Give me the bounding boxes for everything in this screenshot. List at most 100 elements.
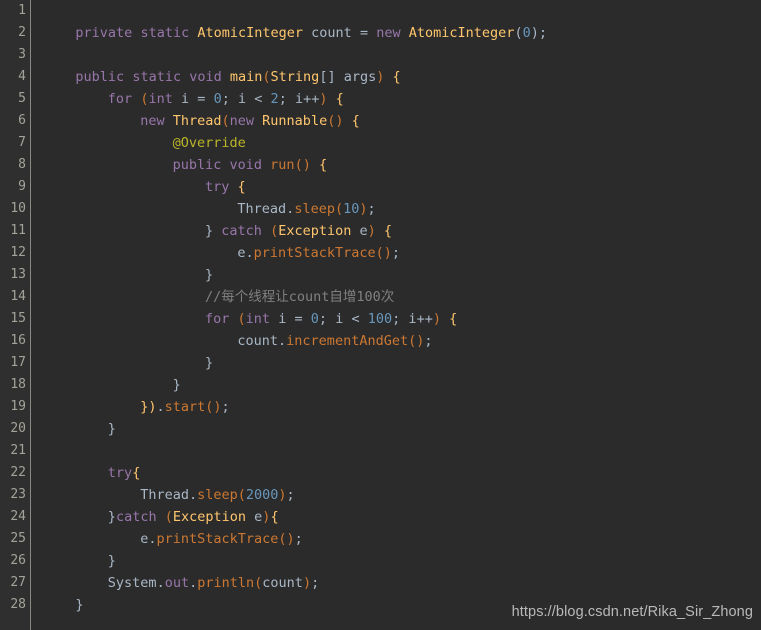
code-line[interactable]: }: [205, 264, 213, 286]
code-token: 2000: [245, 487, 279, 503]
code-token: }: [205, 223, 214, 239]
line-number: 13: [10, 267, 26, 282]
code-line[interactable]: } catch (Exception e) {: [205, 220, 392, 242]
code-content-area[interactable]: private static AtomicInteger count = new…: [31, 0, 761, 630]
code-token: =: [294, 311, 303, 327]
line-number: 20: [10, 421, 26, 436]
code-token: public: [75, 69, 125, 85]
line-number: 17: [10, 355, 26, 370]
code-token: }: [205, 355, 214, 371]
code-token: new: [376, 25, 401, 41]
code-line[interactable]: }: [75, 594, 83, 616]
code-token: (): [205, 399, 222, 415]
line-number: 11: [10, 223, 26, 238]
code-token: printStackTrace: [253, 245, 376, 261]
line-number: 7: [18, 135, 26, 150]
line-number: 25: [10, 531, 26, 546]
code-token: {: [335, 91, 344, 107]
code-token: ): [367, 223, 376, 239]
code-line[interactable]: public static void main(String[] args) {: [75, 66, 400, 88]
code-line[interactable]: count.incrementAndGet();: [237, 330, 432, 352]
code-token: ;: [221, 91, 230, 107]
watermark-url: https://blog.csdn.net/Rika_Sir_Zhong: [511, 604, 753, 620]
code-token: (: [334, 201, 344, 217]
code-token: (: [237, 311, 246, 327]
line-number: 4: [18, 69, 26, 84]
line-number: 15: [10, 311, 26, 326]
code-line[interactable]: }: [108, 418, 116, 440]
line-number: 1: [18, 3, 26, 18]
code-token: ;: [318, 311, 328, 327]
code-token: for: [205, 311, 230, 327]
code-token: }: [75, 597, 84, 613]
code-token: count: [311, 25, 352, 41]
code-line[interactable]: }catch (Exception e){: [108, 506, 279, 528]
code-line[interactable]: Thread.sleep(2000);: [140, 484, 295, 506]
code-line[interactable]: try{: [108, 462, 141, 484]
code-token: new: [229, 113, 255, 129]
code-token: catch: [221, 223, 262, 239]
line-number-gutter[interactable]: 1 2 3 4 5 6 7 8 9 10 11 12 13 14 15 16 17 18 19 20 21 22 23 24 2…: [0, 0, 31, 630]
code-token: 100: [367, 311, 393, 327]
code-token: }: [107, 421, 116, 437]
code-token: main: [229, 69, 263, 85]
code-line[interactable]: private static AtomicInteger count = new…: [75, 22, 547, 44]
code-token: {: [383, 223, 393, 239]
code-token: int: [148, 91, 173, 107]
line-number: 21: [10, 443, 26, 458]
code-token: (): [408, 333, 425, 349]
code-line[interactable]: new Thread(new Runnable() {: [140, 110, 360, 132]
code-token: 10: [343, 201, 360, 217]
line-number: 26: [10, 553, 26, 568]
code-token: sleep: [197, 487, 238, 503]
code-line[interactable]: for (int i = 0; i < 100; i++) {: [205, 308, 457, 330]
code-line[interactable]: Thread.sleep(10);: [237, 198, 375, 220]
code-token: System: [107, 575, 157, 591]
code-line[interactable]: for (int i = 0; i < 2; i++) {: [108, 88, 344, 110]
code-token: catch: [115, 509, 157, 525]
code-line[interactable]: }: [173, 374, 181, 396]
code-editor[interactable]: 1 2 3 4 5 6 7 8 9 10 11 12 13 14 15 16 17 18 19 20 21 22 23 24 2…: [0, 0, 761, 630]
code-token: (: [237, 487, 246, 503]
code-line[interactable]: public void run() {: [173, 154, 328, 176]
code-line[interactable]: }: [205, 352, 213, 374]
code-token: String: [270, 69, 320, 85]
code-token: {: [351, 113, 360, 129]
line-number: 6: [18, 113, 26, 128]
code-line[interactable]: e.printStackTrace();: [140, 528, 303, 550]
code-line[interactable]: try {: [205, 176, 246, 198]
code-token: 2: [270, 91, 279, 107]
code-token: ;: [278, 91, 287, 107]
code-line[interactable]: }: [108, 550, 116, 572]
line-number: 14: [10, 289, 26, 304]
code-token: static: [140, 25, 190, 41]
code-token: =: [359, 25, 369, 41]
code-token: (: [514, 25, 523, 41]
code-line[interactable]: System.out.println(count);: [108, 572, 319, 594]
code-line[interactable]: @Override: [173, 132, 246, 154]
code-token: {: [237, 179, 246, 195]
code-token: ;: [538, 25, 547, 41]
code-line[interactable]: e.printStackTrace();: [237, 242, 400, 264]
code-line[interactable]: }).start();: [140, 396, 229, 418]
code-line[interactable]: //每个线程让count自增100次: [205, 286, 394, 308]
code-token: run: [270, 157, 295, 173]
code-token: {: [392, 69, 401, 85]
code-token: ;: [311, 575, 320, 591]
code-token: ;: [294, 531, 303, 547]
code-token: (: [270, 223, 279, 239]
code-token: void: [229, 157, 263, 173]
